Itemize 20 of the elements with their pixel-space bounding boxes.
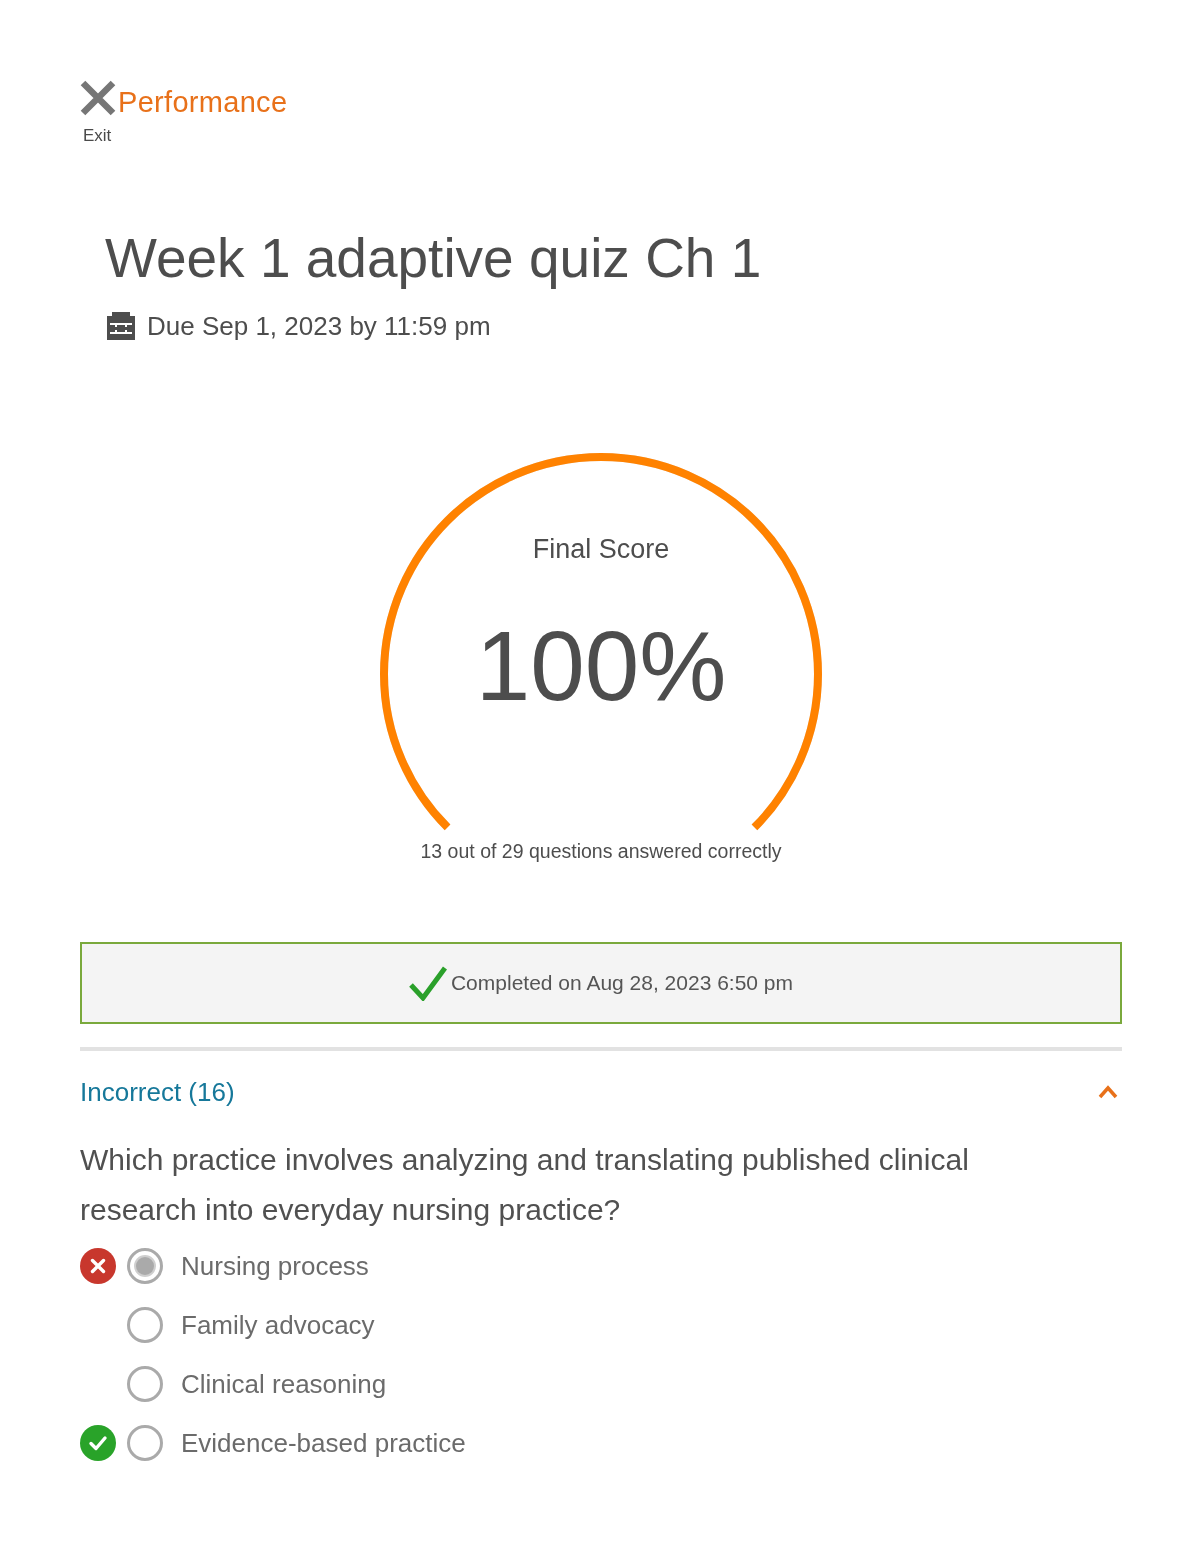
score-caption: 13 out of 29 questions answered correctly [420, 839, 782, 863]
calendar-icon [107, 312, 135, 340]
close-icon [80, 80, 116, 116]
option-label: Evidence-based practice [181, 1427, 466, 1460]
due-date: Due Sep 1, 2023 by 11:59 pm [147, 311, 491, 341]
exit-button[interactable]: Exit [80, 80, 116, 146]
quiz-title: Week 1 adaptive quiz Ch 1 [105, 226, 762, 290]
radio-button[interactable] [127, 1248, 163, 1284]
check-icon [408, 965, 447, 1001]
chevron-up-icon[interactable] [1098, 1085, 1118, 1099]
completion-text: Completed on Aug 28, 2023 6:50 pm [450, 970, 794, 996]
question-text: Which practice involves analyzing and translating published clinical research into everyday nursing practice? [80, 1142, 970, 1228]
radio-button[interactable] [127, 1307, 163, 1343]
option-label: Nursing process [181, 1250, 369, 1283]
option-label: Clinical reasoning [181, 1368, 387, 1401]
radio-button[interactable] [127, 1425, 163, 1461]
page-heading: Performance [118, 85, 288, 120]
radio-button[interactable] [127, 1366, 163, 1402]
section-toggle[interactable]: Incorrect (16) [80, 1075, 235, 1109]
option-label: Family advocacy [181, 1309, 375, 1342]
